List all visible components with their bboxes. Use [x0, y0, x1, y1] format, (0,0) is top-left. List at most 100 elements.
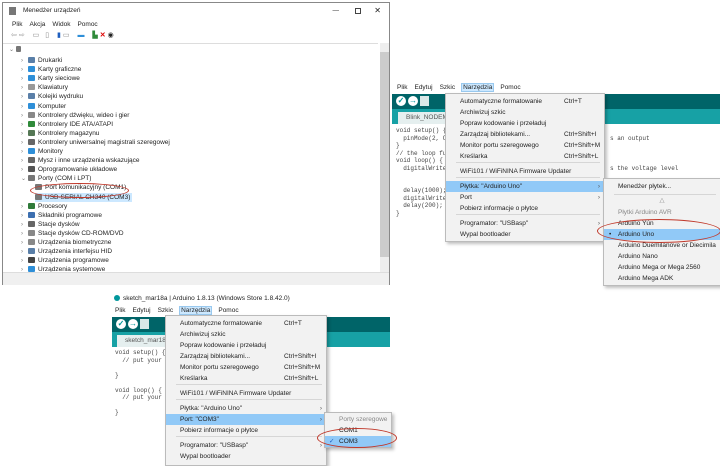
menu-edytuj[interactable]: Edytuj	[131, 307, 151, 314]
menu-item[interactable]: Port: "COM3" ›	[166, 414, 326, 425]
board-item[interactable]: Arduino Nano	[604, 251, 720, 262]
menu-item-label: Zarządzaj bibliotekami...	[180, 353, 251, 360]
menu-item[interactable]: Kreślarka Ctrl+Shift+L	[166, 373, 326, 384]
close-icon[interactable]: ✕	[374, 3, 381, 19]
minimize-icon[interactable]: —	[333, 3, 340, 19]
menu-item[interactable]: Kreślarka Ctrl+Shift+L	[446, 151, 604, 162]
tree-item[interactable]: › Oprogramowanie układowe	[21, 165, 117, 174]
boards-manager-item[interactable]: Menedżer płytek...	[604, 181, 720, 192]
tree-item[interactable]: › Klawiatury	[21, 83, 68, 92]
annotation-oval	[317, 428, 397, 448]
upload-icon[interactable]: →	[128, 319, 138, 329]
tree-item[interactable]: › Urządzenia interfejsu HID	[21, 247, 112, 256]
menu-item[interactable]: Automatyczne formatowanie Ctrl+T	[166, 318, 326, 329]
tree-item[interactable]: ⌄ Porty (COM i LPT)	[21, 174, 91, 183]
help-icon[interactable]: ▮	[57, 32, 61, 39]
scan-icon[interactable]: ▬	[77, 32, 84, 39]
update-icon[interactable]: ▯	[45, 32, 49, 39]
menu-pomoc[interactable]: Pomoc	[217, 307, 239, 314]
menu-pomoc[interactable]: Pomoc	[76, 21, 98, 28]
tree-item[interactable]: › Procesory	[21, 202, 67, 211]
menu-item[interactable]: Pobierz informacje o płytce	[166, 425, 326, 436]
menu-plik[interactable]: Plik	[11, 21, 23, 28]
menu-szkic[interactable]: Szkic	[157, 307, 175, 314]
verify-icon[interactable]: ✓	[396, 96, 406, 106]
menu-item-label: Programator: "USBasp"	[180, 442, 249, 449]
menu-narzędzia[interactable]: Narzędzia	[179, 306, 213, 315]
tree-item[interactable]: › Karty sieciowe	[21, 74, 80, 83]
menu-pomoc[interactable]: Pomoc	[499, 84, 521, 91]
tree-item-label: Kontrolery dźwięku, wideo i gier	[38, 111, 130, 119]
tree-root[interactable]: ⌄	[9, 45, 24, 54]
menu-plik[interactable]: Plik	[114, 307, 126, 314]
tree-item[interactable]: › Urządzenia programowe	[21, 256, 109, 265]
scroll-up-icon[interactable]: △	[604, 195, 720, 206]
maximize-icon[interactable]	[355, 8, 361, 14]
tree-item[interactable]: › Karty graficzne	[21, 65, 81, 74]
tree-item[interactable]: › Kontrolery uniwersalnej magistrali szer…	[21, 138, 170, 147]
menu-plik[interactable]: Plik	[396, 84, 408, 91]
menu-item[interactable]: Zarządzaj bibliotekami... Ctrl+Shift+I	[446, 129, 604, 140]
software-component-icon	[28, 211, 35, 218]
menu-item[interactable]: Monitor portu szeregowego Ctrl+Shift+M	[166, 362, 326, 373]
toolbar: ⇦ ⇨ ▭ ▯ ▮ ▭ ▬ ▙ ✕ ◉	[11, 31, 114, 41]
tree-item[interactable]: › Urządzenia biometryczne	[21, 238, 111, 247]
keyboard-icon	[28, 84, 35, 91]
menu-narzędzia[interactable]: Narzędzia	[461, 83, 495, 92]
menu-item[interactable]: Programator: "USBasp" ›	[446, 218, 604, 229]
scrollbar[interactable]	[380, 43, 389, 272]
chevron-down-icon[interactable]: ⌄	[21, 175, 28, 184]
menu-item[interactable]: Popraw kodowanie i przeładuj	[166, 340, 326, 351]
menu-separator	[176, 399, 322, 400]
menu-item[interactable]: Port ›	[446, 192, 604, 203]
menu-szkic[interactable]: Szkic	[439, 84, 457, 91]
tree-item[interactable]: › Składniki programowe	[21, 211, 102, 220]
hid-icon	[28, 248, 35, 255]
menu-item[interactable]: Archiwizuj szkic	[446, 107, 604, 118]
new-icon[interactable]	[420, 96, 429, 106]
menu-item[interactable]: Archiwizuj szkic	[166, 329, 326, 340]
tree-item[interactable]: › Stacje dysków CD-ROM/DVD	[21, 229, 124, 238]
menu-item[interactable]: Płytka: "Arduino Uno" ›	[166, 403, 326, 414]
tree-item[interactable]: › Stacje dysków	[21, 220, 80, 229]
tree-item[interactable]: › Kontrolery magazynu	[21, 129, 99, 138]
menu-item[interactable]: Automatyczne formatowanie Ctrl+T	[446, 96, 604, 107]
download-icon[interactable]: ◉	[108, 32, 114, 39]
board-item[interactable]: Arduino Mega or Mega 2560	[604, 262, 720, 273]
tree-item-label: Porty (COM i LPT)	[38, 175, 92, 183]
tree-item[interactable]: › Kolejki wydruku	[21, 92, 83, 101]
menu-item[interactable]: Pobierz informacje o płytce	[446, 203, 604, 214]
verify-icon[interactable]: ✓	[116, 319, 126, 329]
menu-item[interactable]: Monitor portu szeregowego Ctrl+Shift+M	[446, 140, 604, 151]
menu-item[interactable]: WiFi101 / WiFiNINA Firmware Updater	[166, 388, 326, 399]
new-icon[interactable]	[140, 319, 149, 329]
display-adapter-icon	[28, 66, 35, 73]
menu-widok[interactable]: Widok	[51, 21, 71, 28]
menu-item-shortcut: Ctrl+Shift+M	[564, 142, 601, 149]
tree-item-label: Karty sieciowe	[38, 75, 80, 83]
menu-item[interactable]: WiFi101 / WiFiNINA Firmware Updater	[446, 166, 604, 177]
upload-icon[interactable]: →	[408, 96, 418, 106]
board-item[interactable]: Arduino Mega ADK	[604, 273, 720, 284]
menu-item[interactable]: Popraw kodowanie i przeładuj	[446, 118, 604, 129]
tree-item[interactable]: › Kontrolery IDE ATA/ATAPI	[21, 120, 113, 129]
tree-item[interactable]: › Monitory	[21, 147, 63, 156]
menu-item[interactable]: Wypal bootloader	[446, 229, 604, 240]
view-icon[interactable]: ▭	[63, 32, 70, 39]
tree-item[interactable]: › Drukarki	[21, 56, 62, 65]
properties-icon[interactable]: ▭	[33, 32, 40, 39]
menu-item[interactable]: Płytka: "Arduino Uno" ›	[446, 181, 604, 192]
add-driver-icon[interactable]: ▙	[92, 32, 97, 39]
menu-edytuj[interactable]: Edytuj	[413, 84, 433, 91]
menu-item-label: Archiwizuj szkic	[460, 109, 506, 116]
menu-item[interactable]: Programator: "USBasp" ›	[166, 440, 326, 451]
menu-item[interactable]: Zarządzaj bibliotekami... Ctrl+Shift+I	[166, 351, 326, 362]
menu-item[interactable]: Wypal bootloader	[166, 451, 326, 462]
back-icon[interactable]: ⇦	[11, 32, 17, 39]
tree-item[interactable]: › Komputer	[21, 102, 66, 111]
tree-item[interactable]: › Mysz i inne urządzenia wskazujące	[21, 156, 140, 165]
tree-item[interactable]: › Kontrolery dźwięku, wideo i gier	[21, 111, 129, 120]
menu-akcja[interactable]: Akcja	[28, 21, 46, 28]
uninstall-icon[interactable]: ✕	[100, 32, 106, 39]
forward-icon[interactable]: ⇨	[19, 32, 25, 39]
